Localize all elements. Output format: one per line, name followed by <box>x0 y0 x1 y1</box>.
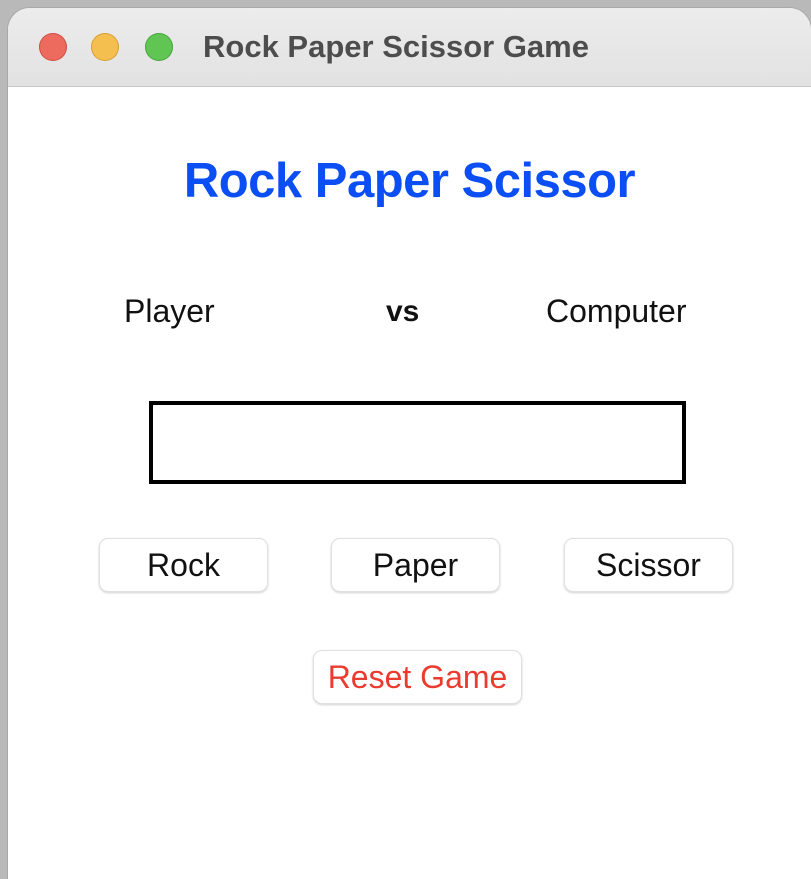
rock-button[interactable]: Rock <box>99 538 268 592</box>
result-display <box>149 401 686 484</box>
minimize-window-button[interactable] <box>91 33 119 61</box>
zoom-window-button[interactable] <box>145 33 173 61</box>
computer-label: Computer <box>546 293 687 329</box>
title-bar[interactable]: Rock Paper Scissor Game <box>8 8 811 87</box>
paper-button[interactable]: Paper <box>331 538 500 592</box>
scissor-button[interactable]: Scissor <box>564 538 733 592</box>
player-label: Player <box>124 293 215 329</box>
game-title: Rock Paper Scissor <box>183 154 636 208</box>
vs-label: vs <box>386 295 420 328</box>
window-title: Rock Paper Scissor Game <box>203 29 589 64</box>
close-window-button[interactable] <box>39 33 67 61</box>
game-panel: Rock Paper Scissor Player vs Computer Ro… <box>8 87 811 879</box>
app-window: Rock Paper Scissor Game Rock Paper Sciss… <box>8 8 811 879</box>
reset-game-button[interactable]: Reset Game <box>313 650 522 704</box>
